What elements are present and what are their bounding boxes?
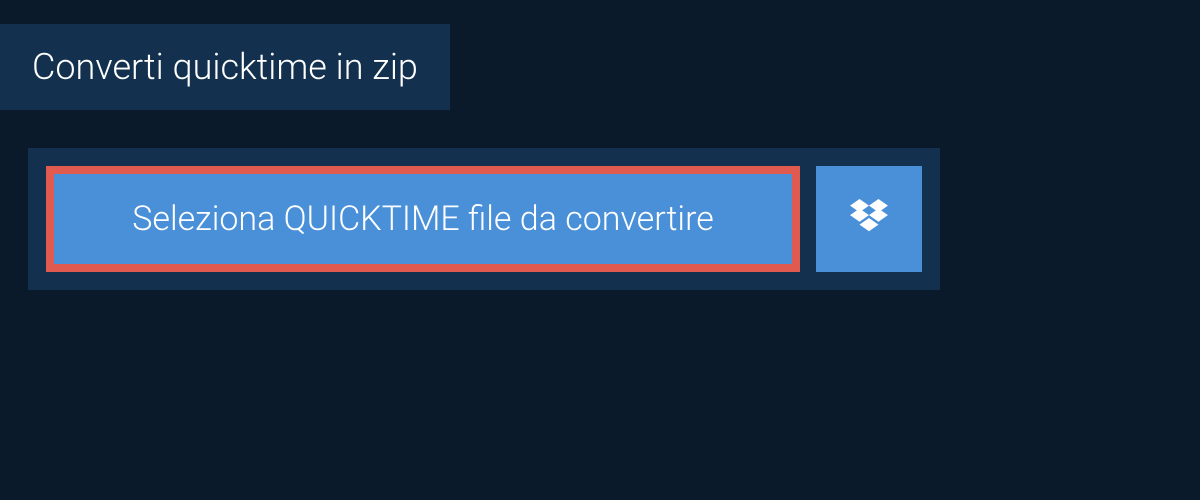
dropbox-button[interactable] (816, 166, 922, 272)
page-title: Converti quicktime in zip (32, 46, 418, 88)
header-tab: Converti quicktime in zip (0, 24, 450, 110)
select-file-button[interactable]: Seleziona QUICKTIME file da convertire (46, 166, 800, 272)
action-panel: Seleziona QUICKTIME file da convertire (28, 148, 940, 290)
dropbox-icon (850, 199, 888, 239)
select-file-label: Seleziona QUICKTIME file da convertire (132, 199, 714, 239)
